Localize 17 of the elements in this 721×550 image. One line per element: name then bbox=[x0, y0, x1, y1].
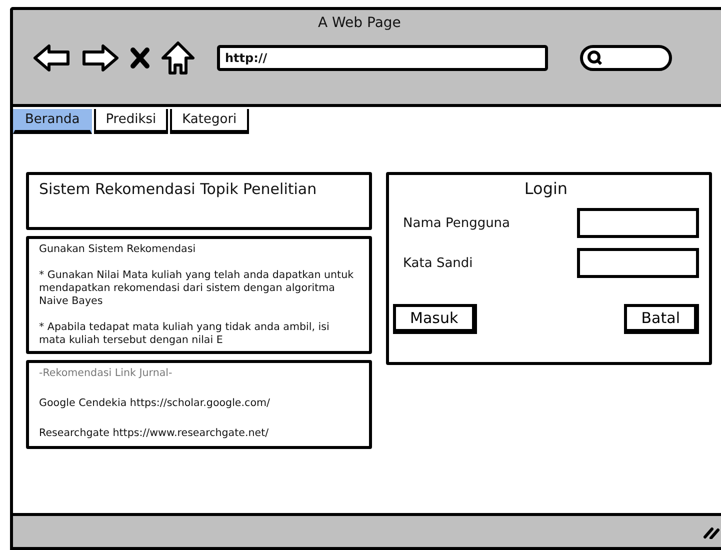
field-label: Nama Pengguna bbox=[403, 216, 510, 230]
address-field[interactable]: http:// bbox=[217, 45, 548, 71]
cancel-button[interactable]: Batal bbox=[624, 304, 699, 334]
login-button[interactable]: Masuk bbox=[393, 304, 478, 334]
page-title: Sistem Rekomendasi Topik Penelitian bbox=[26, 172, 372, 230]
tab[interactable]: Beranda bbox=[13, 109, 92, 134]
tab[interactable]: Prediksi bbox=[94, 109, 168, 134]
journal-link[interactable]: Google Cendekia https://scholar.google.com/ bbox=[39, 397, 359, 410]
journal-link[interactable]: Researchgate https://www.researchgate.net/ bbox=[39, 427, 359, 440]
tab[interactable]: Kategori bbox=[170, 109, 249, 134]
field-label: Kata Sandi bbox=[403, 256, 473, 270]
links-heading: -Rekomendasi Link Jurnal- bbox=[39, 367, 174, 380]
window-title: A Web Page bbox=[318, 15, 401, 31]
info-paragraph: * Gunakan Nilai Mata kuliah yang telah anda dapatkan untuk mendapatkan rekomendasi dari sistem dengan algoritma Naive Bayes bbox=[39, 269, 355, 308]
info-heading: Gunakan Sistem Rekomendasi bbox=[39, 243, 197, 256]
login-title: Login bbox=[524, 179, 568, 198]
info-paragraph: * Apabila tedapat mata kuliah yang tidak anda ambil, isi mata kuliah tersebut dengan nilai E bbox=[39, 321, 330, 347]
